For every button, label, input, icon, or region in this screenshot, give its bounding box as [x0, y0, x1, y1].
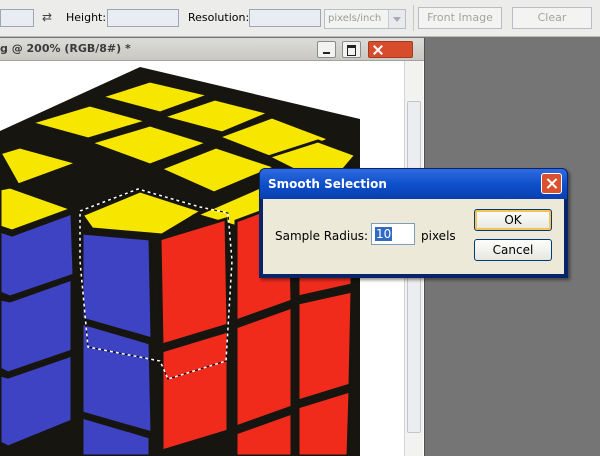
document-title-bar[interactable]: g @ 200% (RGB/8#) *: [0, 38, 424, 61]
options-bar: ⇄ Height: Resolution: pixels/inch Front …: [0, 0, 600, 37]
sample-radius-label: Sample Radius:: [275, 229, 369, 243]
front-image-button[interactable]: Front Image: [418, 7, 502, 29]
cancel-button[interactable]: Cancel: [474, 239, 552, 261]
dialog-body: Sample Radius: 10 pixels OK Cancel: [263, 199, 564, 274]
dialog-title-bar[interactable]: Smooth Selection: [260, 169, 567, 199]
divider: [413, 5, 414, 31]
sample-radius-input[interactable]: 10: [371, 223, 415, 245]
dialog-close-button[interactable]: [541, 173, 562, 194]
swap-dimensions-icon[interactable]: ⇄: [42, 10, 52, 24]
resolution-label: Resolution:: [188, 11, 250, 24]
height-input[interactable]: [107, 9, 179, 27]
chevron-down-icon: [388, 10, 405, 28]
sample-radius-unit: pixels: [421, 229, 456, 243]
resolution-unit-value: pixels/inch: [328, 13, 382, 24]
smooth-selection-dialog: Smooth Selection Sample Radius: 10 pixel…: [259, 168, 568, 278]
minimize-button[interactable]: [317, 41, 336, 58]
document-title: g @ 200% (RGB/8#) *: [0, 42, 131, 55]
resolution-unit-select[interactable]: pixels/inch: [324, 9, 406, 29]
sample-radius-value: 10: [375, 227, 393, 241]
ok-button[interactable]: OK: [474, 209, 552, 231]
width-input[interactable]: [0, 9, 34, 27]
height-label: Height:: [66, 11, 107, 24]
maximize-button[interactable]: [342, 41, 361, 58]
resolution-input[interactable]: [249, 9, 321, 27]
close-button[interactable]: [368, 41, 413, 58]
dialog-title: Smooth Selection: [268, 177, 387, 191]
clear-button[interactable]: Clear: [512, 7, 592, 29]
